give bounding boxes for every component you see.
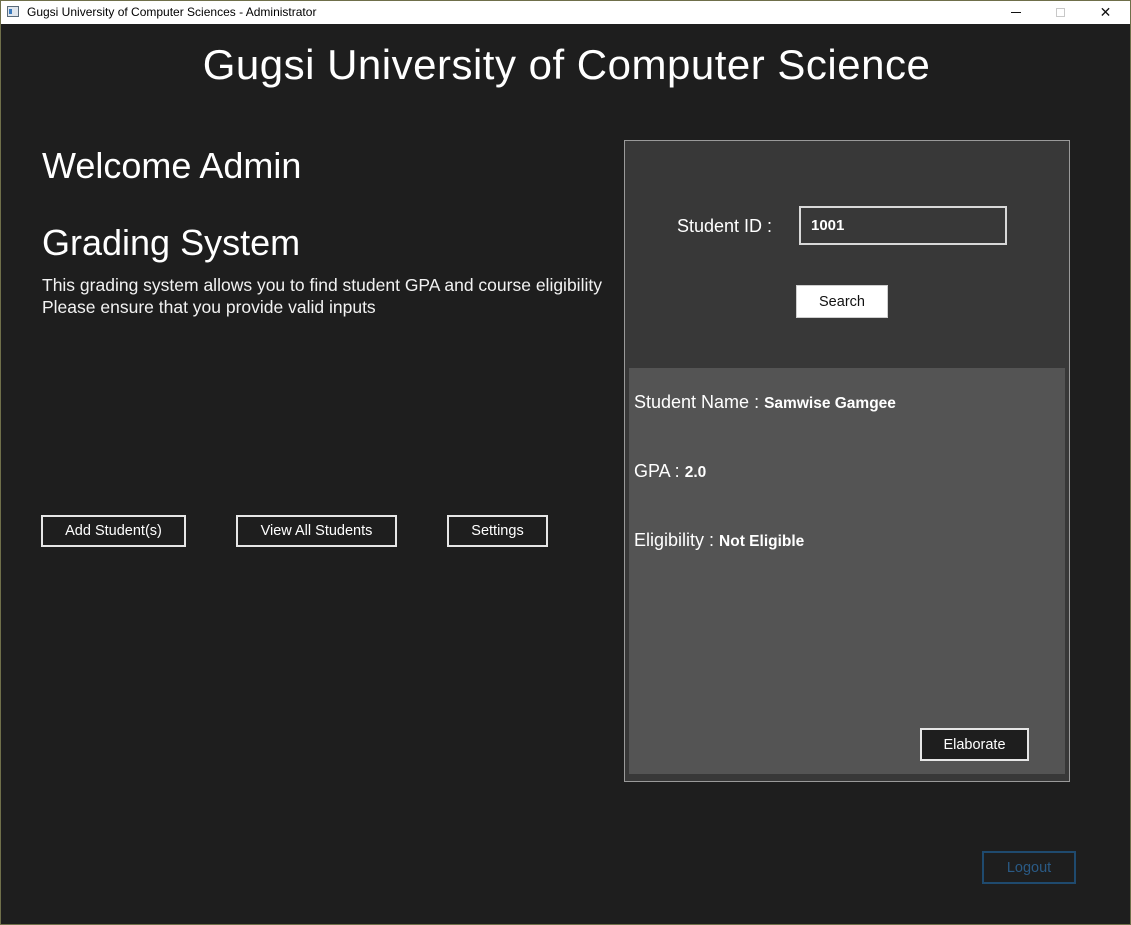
search-button[interactable]: Search (796, 285, 888, 318)
app-window: Gugsi University of Computer Sciences - … (0, 0, 1131, 925)
add-students-button[interactable]: Add Student(s) (41, 515, 186, 547)
university-title: Gugsi University of Computer Science (202, 41, 931, 88)
app-window-icon (7, 6, 19, 17)
description-line-2: Please ensure that you provide valid inp… (42, 297, 376, 317)
window-title: Gugsi University of Computer Sciences - … (27, 5, 317, 19)
title-bar: Gugsi University of Computer Sciences - … (1, 1, 1130, 24)
minimize-button[interactable] (993, 1, 1038, 24)
grading-system-heading: Grading System (42, 222, 301, 263)
settings-button[interactable]: Settings (447, 515, 548, 547)
student-search-panel: Student ID : 1001 Search Student Name : … (624, 140, 1070, 782)
student-name-value: Samwise Gamgee (764, 395, 896, 412)
description-text: This grading system allows you to find s… (42, 274, 602, 318)
maximize-icon (1056, 8, 1065, 17)
gpa-row: GPA : 2.0 (634, 461, 706, 482)
maximize-button (1038, 1, 1083, 24)
student-id-input[interactable]: 1001 (799, 206, 1007, 245)
student-name-row: Student Name : Samwise Gamgee (634, 392, 896, 413)
welcome-heading: Welcome Admin (42, 145, 302, 186)
eligibility-row: Eligibility : Not Eligible (634, 530, 804, 551)
student-results-panel: Student Name : Samwise Gamgee GPA : 2.0 … (629, 368, 1065, 774)
eligibility-label: Eligibility : (634, 530, 715, 550)
student-id-label: Student ID : (677, 216, 773, 236)
gpa-value: 2.0 (684, 464, 707, 481)
eligibility-value: Not Eligible (719, 533, 805, 550)
view-all-students-button[interactable]: View All Students (236, 515, 397, 547)
minimize-icon (1010, 12, 1021, 13)
gpa-label: GPA : (634, 461, 680, 481)
close-icon: ✕ (1099, 4, 1112, 20)
logout-button: Logout (982, 851, 1076, 884)
student-name-label: Student Name : (634, 392, 760, 412)
description-line-1: This grading system allows you to find s… (42, 275, 602, 295)
elaborate-button[interactable]: Elaborate (920, 728, 1029, 761)
close-button[interactable]: ✕ (1083, 1, 1128, 24)
